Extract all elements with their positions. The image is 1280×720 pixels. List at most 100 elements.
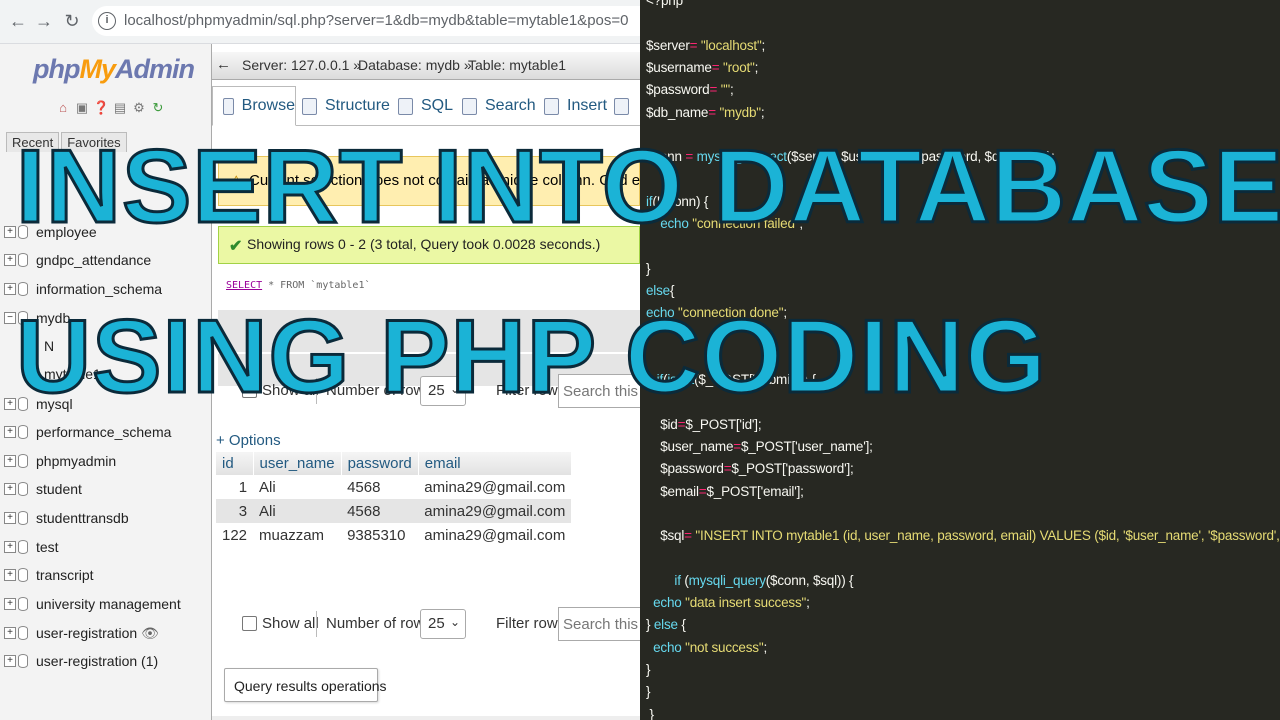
code-line: $username= "root"; bbox=[646, 59, 759, 75]
cell-email: amina29@gmail.com bbox=[418, 475, 572, 499]
expand-icon[interactable]: + bbox=[4, 627, 16, 639]
expand-icon[interactable]: + bbox=[4, 283, 16, 295]
home-icon[interactable]: ⌂ bbox=[55, 100, 71, 116]
table-item-new[interactable]: N bbox=[44, 334, 54, 358]
expand-icon[interactable]: + bbox=[4, 426, 16, 438]
eye-icon[interactable]: 👁 bbox=[141, 625, 159, 642]
phpmyadmin-logo[interactable]: phpMyAdmin bbox=[33, 54, 195, 85]
code-line: $sql= "INSERT INTO mytable1 (id, user_na… bbox=[646, 528, 1280, 544]
db-item-user-registration[interactable]: + user-registration 👁 bbox=[4, 621, 159, 645]
db-item-test[interactable]: + test bbox=[4, 535, 59, 559]
cell-password: 4568 bbox=[341, 499, 419, 523]
cell-user-name: muazzam bbox=[253, 523, 342, 547]
cell-password: 9385310 bbox=[341, 523, 419, 547]
breadcrumb-server[interactable]: Server: 127.0.0.1 » bbox=[242, 57, 361, 73]
chevron-down-icon: ⌄ bbox=[449, 615, 460, 629]
expand-icon[interactable]: + bbox=[4, 483, 16, 495]
controls-bottom: Show all Number of rows: 25 ⌄ Filter rows… bbox=[232, 607, 640, 641]
db-item-transcript[interactable]: + transcript bbox=[4, 563, 94, 587]
table-row[interactable]: 1 Ali 4568 amina29@gmail.com bbox=[216, 475, 572, 499]
db-item-information-schema[interactable]: + information_schema bbox=[4, 277, 162, 301]
breadcrumb: ← Server: 127.0.0.1 » Database: mydb » T… bbox=[212, 52, 640, 80]
table-tabs: Browse Structure SQL Search Insert bbox=[212, 86, 640, 126]
code-line: echo "connection done"; bbox=[646, 305, 787, 321]
db-item-gndpc-attendance[interactable]: + gndpc_attendance bbox=[4, 248, 151, 272]
table-item-mytable1[interactable]: mytable1 bbox=[44, 362, 101, 386]
tab-structure[interactable]: Structure bbox=[302, 86, 390, 126]
cell-email: amina29@gmail.com bbox=[418, 523, 572, 547]
database-icon bbox=[18, 454, 28, 468]
expand-icon[interactable]: + bbox=[4, 541, 16, 553]
show-all-checkbox[interactable] bbox=[242, 383, 257, 398]
column-header-user-name[interactable]: user_name bbox=[253, 452, 342, 475]
rows-select[interactable]: 25 ⌄ bbox=[420, 376, 466, 406]
forward-arrow-icon[interactable]: → bbox=[32, 9, 56, 33]
expand-icon[interactable]: + bbox=[4, 226, 16, 238]
sql-keyword[interactable]: SELECT bbox=[226, 280, 262, 291]
reload-nav-icon[interactable]: ↻ bbox=[150, 100, 166, 116]
breadcrumb-database[interactable]: Database: mydb » bbox=[358, 57, 472, 73]
expand-icon[interactable]: + bbox=[4, 512, 16, 524]
db-item-mysql[interactable]: + mysql bbox=[4, 392, 73, 416]
collapse-arrow-icon[interactable]: ← bbox=[216, 56, 231, 73]
table-row[interactable]: 3 Ali 4568 amina29@gmail.com bbox=[216, 499, 572, 523]
code-line: $user_name=$_POST['user_name']; bbox=[646, 439, 873, 454]
tab-search[interactable]: Search bbox=[462, 86, 536, 126]
tab-favorites[interactable]: Favorites bbox=[61, 132, 127, 152]
expand-icon[interactable]: + bbox=[4, 569, 16, 581]
expand-icon[interactable]: + bbox=[4, 655, 16, 667]
database-icon bbox=[18, 511, 28, 525]
options-link[interactable]: + Options bbox=[216, 432, 281, 449]
expand-icon[interactable]: + bbox=[4, 254, 16, 266]
database-icon bbox=[18, 540, 28, 554]
success-notice: ✔ Showing rows 0 - 2 (3 total, Query too… bbox=[218, 226, 640, 264]
sql-rest: * FROM `mytable1` bbox=[262, 280, 371, 291]
tab-insert[interactable]: Insert bbox=[544, 86, 607, 126]
database-icon bbox=[18, 253, 28, 267]
logout-icon[interactable]: ▣ bbox=[74, 100, 90, 116]
table-row[interactable]: 122 muazzam 9385310 amina29@gmail.com bbox=[216, 523, 572, 547]
settings-icon[interactable]: ⚙ bbox=[131, 100, 147, 116]
code-editor[interactable]: <?php $server= "localhost"; $username= "ro… bbox=[640, 0, 1280, 720]
url-text: localhost/phpmyadmin/sql.php?server=1&db… bbox=[124, 12, 629, 29]
code-line: $password= ""; bbox=[646, 82, 734, 98]
tab-recent[interactable]: Recent bbox=[6, 132, 60, 152]
query-results-operations[interactable]: Query results operations bbox=[224, 668, 387, 702]
show-all-checkbox[interactable] bbox=[242, 616, 257, 631]
code-line: echo "not success"; bbox=[653, 639, 767, 655]
database-icon bbox=[18, 397, 28, 411]
column-header-id[interactable]: id bbox=[216, 452, 254, 475]
db-item-phpmyadmin[interactable]: + phpmyadmin bbox=[4, 449, 116, 473]
tab-sql[interactable]: SQL bbox=[398, 86, 453, 126]
column-header-email[interactable]: email bbox=[418, 452, 572, 475]
expand-icon[interactable]: + bbox=[4, 598, 16, 610]
expand-icon[interactable]: + bbox=[4, 398, 16, 410]
filter-input[interactable]: Search this table bbox=[558, 607, 640, 641]
column-header-password[interactable]: password bbox=[341, 452, 419, 475]
address-bar[interactable]: i localhost/phpmyadmin/sql.php?server=1&… bbox=[92, 6, 640, 36]
db-item-performance-schema[interactable]: + performance_schema bbox=[4, 420, 171, 444]
reload-icon[interactable]: ↻ bbox=[60, 9, 84, 33]
info-icon[interactable]: i bbox=[98, 12, 116, 30]
tab-browse[interactable]: Browse bbox=[212, 86, 296, 126]
cell-user-name: Ali bbox=[253, 499, 342, 523]
db-item-university-management[interactable]: + university management bbox=[4, 592, 181, 616]
db-item-student[interactable]: + student bbox=[4, 477, 82, 501]
filter-input[interactable]: Search this table bbox=[558, 374, 640, 408]
warning-icon: ⚠ bbox=[229, 174, 244, 191]
docs-icon[interactable]: ▤ bbox=[112, 100, 128, 116]
code-line: if(!$conn) { bbox=[646, 193, 709, 209]
rows-select[interactable]: 25 ⌄ bbox=[420, 609, 466, 639]
db-item-mydb[interactable]: − mydb bbox=[4, 306, 70, 330]
code-line: echo "connection failed"; bbox=[660, 216, 803, 231]
collapse-icon[interactable]: − bbox=[4, 312, 16, 324]
tab-more[interactable] bbox=[614, 86, 637, 126]
expand-icon[interactable]: + bbox=[4, 455, 16, 467]
database-icon bbox=[18, 225, 28, 239]
db-item-studenttransdb[interactable]: + studenttransdb bbox=[4, 506, 129, 530]
help-icon[interactable]: ❓ bbox=[93, 100, 109, 116]
back-arrow-icon[interactable]: ← bbox=[6, 9, 30, 33]
db-item-user-registration-1[interactable]: + user-registration (1) bbox=[4, 649, 158, 673]
breadcrumb-table[interactable]: Table: mytable1 bbox=[468, 57, 566, 73]
db-item-employee[interactable]: + employee bbox=[4, 220, 97, 244]
